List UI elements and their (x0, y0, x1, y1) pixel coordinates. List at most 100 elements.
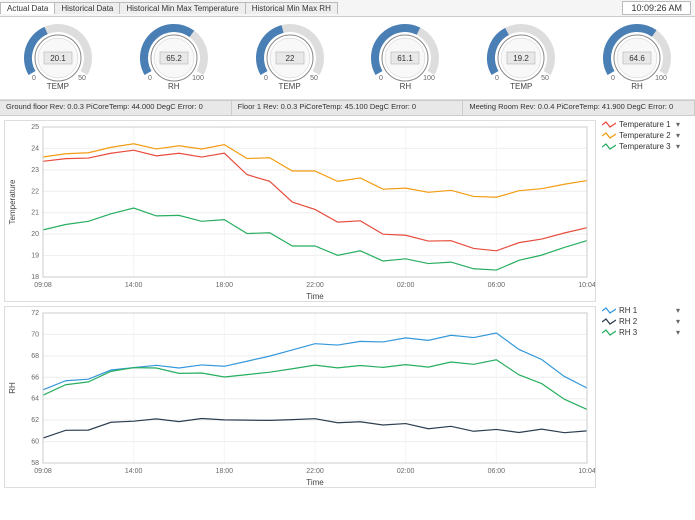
svg-text:22:00: 22:00 (306, 282, 324, 289)
svg-text:Temperature: Temperature (8, 179, 17, 224)
svg-text:0: 0 (264, 75, 268, 82)
svg-text:50: 50 (541, 75, 549, 82)
gauge-unit-label: TEMP (471, 82, 571, 91)
svg-text:72: 72 (31, 310, 39, 317)
svg-text:0: 0 (611, 75, 615, 82)
svg-text:64: 64 (31, 396, 39, 403)
svg-text:19: 19 (31, 253, 39, 260)
svg-text:18:00: 18:00 (216, 468, 234, 475)
legend-label: RH 3 (619, 328, 637, 337)
gauge-value: 65.2 (166, 54, 182, 63)
svg-text:14:00: 14:00 (125, 468, 143, 475)
legend-label: RH 2 (619, 317, 637, 326)
legend-item-0[interactable]: Temperature 1 ▾ (602, 120, 680, 129)
gauge-rh-5: 64.6 0 100 RH (587, 22, 687, 98)
svg-text:60: 60 (31, 439, 39, 446)
status-cell-2: Meeting Room Rev: 0.0.4 PiCoreTemp: 41.9… (463, 101, 695, 115)
svg-text:09:08: 09:08 (34, 468, 52, 475)
gauge-value: 22 (285, 54, 294, 63)
svg-text:RH: RH (8, 382, 17, 394)
legend-item-1[interactable]: RH 2 ▾ (602, 317, 680, 326)
legend-label: Temperature 2 (619, 131, 671, 140)
temperature-chart-zone: 18 19 20 21 22 23 24 25 09:08 14:00 18:00 22:00 02:0… (0, 116, 695, 302)
svg-text:0: 0 (32, 75, 36, 82)
svg-text:70: 70 (31, 331, 39, 338)
svg-text:58: 58 (31, 460, 39, 467)
legend-item-0[interactable]: RH 1 ▾ (602, 306, 680, 315)
svg-text:22: 22 (31, 188, 39, 195)
svg-text:14:00: 14:00 (125, 282, 143, 289)
svg-text:0: 0 (495, 75, 499, 82)
svg-text:18: 18 (31, 274, 39, 281)
gauge-unit-label: TEMP (8, 82, 108, 91)
svg-text:50: 50 (310, 75, 318, 82)
gauge-unit-label: TEMP (240, 82, 340, 91)
gauge-value: 19.2 (513, 54, 529, 63)
legend-item-2[interactable]: RH 3 ▾ (602, 328, 680, 337)
legend-item-1[interactable]: Temperature 2 ▾ (602, 131, 680, 140)
gauge-temp-2: 22 0 50 TEMP (240, 22, 340, 98)
chevron-down-icon[interactable]: ▾ (676, 306, 680, 315)
svg-text:62: 62 (31, 417, 39, 424)
top-bar: Actual DataHistorical DataHistorical Min… (0, 0, 695, 17)
chevron-down-icon[interactable]: ▾ (676, 328, 680, 337)
gauge-unit-label: RH (587, 82, 687, 91)
gauge-value: 64.6 (629, 54, 645, 63)
svg-text:06:00: 06:00 (488, 282, 506, 289)
rh-chart-zone: 58 60 62 64 66 68 70 72 09:08 14:00 18:00 22:00 02:0… (0, 302, 695, 488)
status-cell-1: Floor 1 Rev: 0.0.3 PiCoreTemp: 45.100 De… (232, 101, 464, 115)
svg-text:66: 66 (31, 374, 39, 381)
legend-label: Temperature 1 (619, 120, 671, 129)
gauge-temp-0: 20.1 0 50 TEMP (8, 22, 108, 98)
svg-text:18:00: 18:00 (216, 282, 234, 289)
svg-text:Time: Time (306, 292, 324, 301)
tab-strip: Actual DataHistorical DataHistorical Min… (0, 2, 337, 14)
temperature-chart[interactable]: 18 19 20 21 22 23 24 25 09:08 14:00 18:00 22:00 02:0… (4, 120, 596, 302)
gauge-unit-label: RH (124, 82, 224, 91)
gauge-value: 20.1 (50, 54, 66, 63)
svg-text:10:04: 10:04 (578, 282, 595, 289)
svg-text:100: 100 (192, 75, 204, 82)
gauge-temp-4: 19.2 0 50 TEMP (471, 22, 571, 98)
svg-text:02:00: 02:00 (397, 468, 415, 475)
svg-text:09:08: 09:08 (34, 282, 52, 289)
svg-text:0: 0 (379, 75, 383, 82)
chevron-down-icon[interactable]: ▾ (676, 131, 680, 140)
svg-text:Time: Time (306, 478, 324, 487)
legend-label: Temperature 3 (619, 142, 671, 151)
svg-text:50: 50 (78, 75, 86, 82)
status-cell-0: Ground floor Rev: 0.0.3 PiCoreTemp: 44.0… (0, 101, 232, 115)
tab-0[interactable]: Actual Data (0, 2, 55, 14)
gauge-rh-1: 65.2 0 100 RH (124, 22, 224, 98)
svg-text:06:00: 06:00 (488, 468, 506, 475)
chevron-down-icon[interactable]: ▾ (676, 142, 680, 151)
svg-text:22:00: 22:00 (306, 468, 324, 475)
svg-text:02:00: 02:00 (397, 282, 415, 289)
svg-text:0: 0 (148, 75, 152, 82)
legend-item-2[interactable]: Temperature 3 ▾ (602, 142, 680, 151)
svg-text:25: 25 (31, 124, 39, 131)
chevron-down-icon[interactable]: ▾ (676, 120, 680, 129)
legend-label: RH 1 (619, 306, 637, 315)
svg-text:21: 21 (31, 210, 39, 217)
gauge-value: 61.1 (398, 54, 414, 63)
svg-text:100: 100 (655, 75, 667, 82)
svg-text:10:04: 10:04 (578, 468, 595, 475)
tab-1[interactable]: Historical Data (54, 2, 120, 14)
chevron-down-icon[interactable]: ▾ (676, 317, 680, 326)
gauge-unit-label: RH (355, 82, 455, 91)
tab-3[interactable]: Historical Min Max RH (245, 2, 338, 14)
status-row: Ground floor Rev: 0.0.3 PiCoreTemp: 44.0… (0, 100, 695, 116)
svg-text:23: 23 (31, 167, 39, 174)
svg-text:68: 68 (31, 353, 39, 360)
svg-text:24: 24 (31, 145, 39, 152)
gauge-row: 20.1 0 50 TEMP 65.2 0 100 RH 22 0 50 TEM… (0, 17, 695, 100)
rh-chart[interactable]: 58 60 62 64 66 68 70 72 09:08 14:00 18:00 22:00 02:0… (4, 306, 596, 488)
svg-text:20: 20 (31, 231, 39, 238)
gauge-rh-3: 61.1 0 100 RH (355, 22, 455, 98)
clock-display: 10:09:26 AM (622, 1, 691, 15)
svg-text:100: 100 (424, 75, 436, 82)
rh-legend: RH 1 ▾ RH 2 ▾ RH 3 ▾ (600, 302, 682, 488)
temperature-legend: Temperature 1▾Temperature 2▾Temperature … (600, 116, 682, 302)
tab-2[interactable]: Historical Min Max Temperature (119, 2, 245, 14)
